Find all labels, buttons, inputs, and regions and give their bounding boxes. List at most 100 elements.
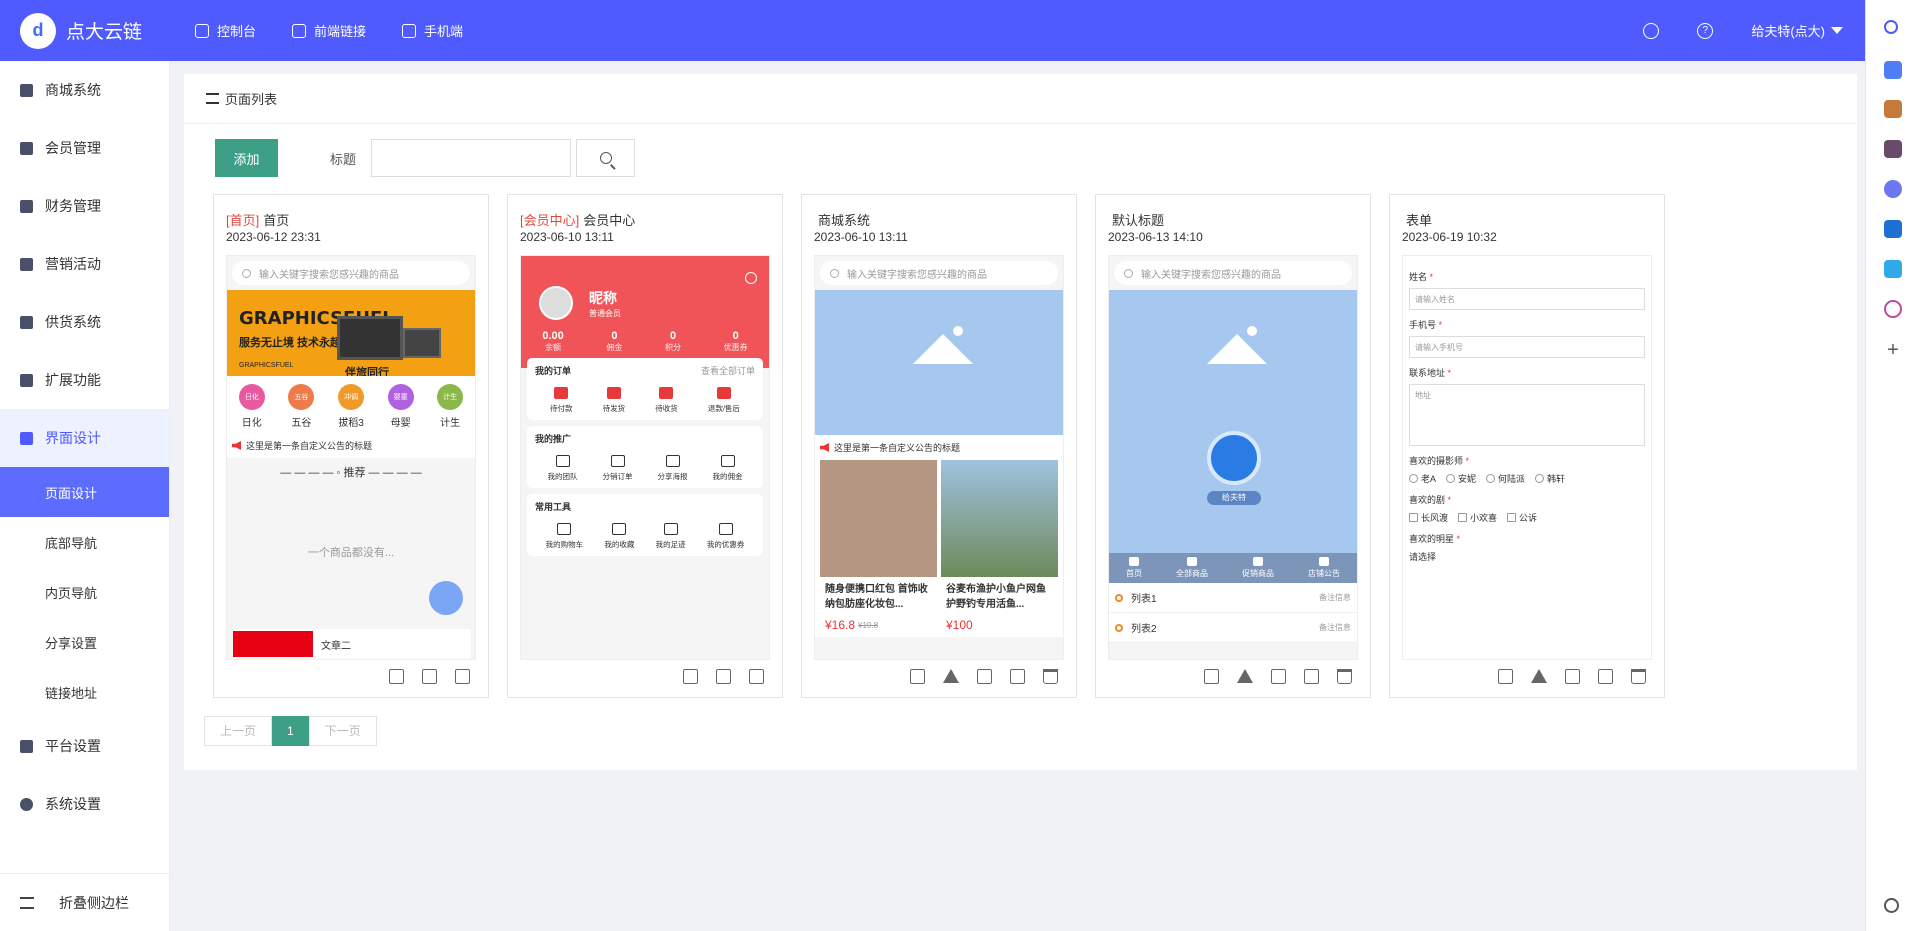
next-page-button[interactable]: 下一页: [308, 716, 377, 746]
page-card[interactable]: [会员中心] 会员中心 2023-06-10 13:11 昵称 普通会员 0.00…: [507, 194, 783, 698]
page-1-button[interactable]: 1: [272, 716, 309, 746]
edit-icon[interactable]: [1271, 669, 1286, 684]
qrcode-icon[interactable]: [910, 669, 925, 684]
sidebar-sub-share-settings[interactable]: 分享设置: [0, 617, 169, 667]
tag-icon[interactable]: [1884, 61, 1902, 79]
plus-icon[interactable]: +: [1884, 340, 1902, 360]
briefcase-icon[interactable]: [1884, 100, 1902, 118]
page-card[interactable]: [首页] 首页 2023-06-12 23:31 输入关键字搜索您感兴趣的商品 G…: [213, 194, 489, 698]
edit-icon[interactable]: [1565, 669, 1580, 684]
nav-mobile[interactable]: 手机端: [402, 21, 463, 40]
network-icon[interactable]: [1884, 300, 1902, 318]
brand[interactable]: d 点大云链: [0, 12, 170, 49]
home-icon[interactable]: [1237, 669, 1253, 683]
edit-icon[interactable]: [422, 669, 437, 684]
sidebar-item-finance[interactable]: 财务管理: [0, 177, 169, 235]
promo-box: 我的推广 我的团队 分销订单 分享海报 我的佣金: [527, 426, 763, 488]
preview-search-placeholder: 输入关键字搜索您感兴趣的商品: [1141, 269, 1281, 281]
add-button[interactable]: 添加: [215, 139, 278, 177]
collapse-sidebar-button[interactable]: 折叠侧边栏: [0, 873, 170, 931]
circle-app-icon[interactable]: [1884, 180, 1902, 198]
search-icon: [599, 152, 612, 164]
search-icon: [1124, 268, 1133, 278]
user-name: 给夫特(点大): [1751, 24, 1825, 39]
stat-value: 0: [611, 330, 618, 342]
card-date: 2023-06-12 23:31: [226, 230, 321, 244]
edit-icon[interactable]: [716, 669, 731, 684]
order-label: 待付款: [550, 404, 573, 413]
copy-icon[interactable]: [455, 669, 470, 684]
home-icon[interactable]: [1531, 669, 1547, 683]
form-select: 请选择: [1409, 552, 1437, 562]
sidebar-sub-page-design[interactable]: 页面设计: [0, 467, 169, 517]
preview-list: 列表1 备注信息 列表2 备注信息: [1109, 583, 1357, 643]
title-filter-input[interactable]: [371, 139, 572, 177]
sidebar-sub-inner-nav[interactable]: 内页导航: [0, 567, 169, 617]
copy-icon[interactable]: [749, 669, 764, 684]
page-preview[interactable]: 姓名 * 请输入姓名 手机号 * 请输入手机号 联系地址 * 地址 喜欢的摄影师…: [1402, 255, 1652, 660]
settings-icon[interactable]: [1884, 898, 1899, 913]
home-icon[interactable]: [943, 669, 959, 683]
page-preview[interactable]: 输入关键字搜索您感兴趣的商品 GRAPHICSFUEL 服务无止境 技术永超越 …: [226, 255, 476, 660]
nav-frontend-links[interactable]: 前端链接: [292, 21, 366, 40]
outlook-icon[interactable]: [1884, 220, 1902, 238]
tool-favorites: 我的收藏: [604, 523, 634, 550]
page-card[interactable]: 默认标题 2023-06-13 14:10 输入关键字搜索您感兴趣的商品 给夫特…: [1095, 194, 1371, 698]
page-card[interactable]: 表单 2023-06-19 10:32 姓名 * 请输入姓名 手机号 * 请输入…: [1389, 194, 1665, 698]
category-icon: 婴童: [387, 384, 414, 410]
qrcode-icon[interactable]: [683, 669, 698, 684]
sidebar-item-mall[interactable]: 商城系统: [0, 61, 169, 119]
sidebar-item-supply[interactable]: 供货系统: [0, 293, 169, 351]
trash-icon[interactable]: [1337, 669, 1352, 684]
page-preview[interactable]: 输入关键字搜索您感兴趣的商品 给夫特 首页 全部商品 促销商品 店铺公告 列表1…: [1108, 255, 1358, 660]
notice-text: 这里是第一条自定义公告的标题: [834, 443, 961, 453]
sidebar-sub-bottom-nav[interactable]: 底部导航: [0, 517, 169, 567]
sidebar-item-label: 平台设置: [45, 738, 101, 754]
copy-icon[interactable]: [1598, 669, 1613, 684]
page-preview[interactable]: 输入关键字搜索您感兴趣的商品 这里是第一条自定义公告的标题 随身便携口红包 首饰…: [814, 255, 1064, 660]
promo-team: 我的团队: [548, 455, 578, 482]
qrcode-icon[interactable]: [1204, 669, 1219, 684]
nav-dashboard[interactable]: 控制台: [195, 21, 256, 40]
member-header: 昵称 普通会员 0.00 余额 0 佣金 0 积分 0 优惠券: [521, 256, 769, 368]
category-item: 五谷 五谷: [288, 384, 315, 429]
stat-item: 0 积分: [665, 330, 681, 353]
card-title-text: 首页: [263, 213, 290, 228]
qrcode-icon[interactable]: [1498, 669, 1513, 684]
send-icon[interactable]: [1884, 260, 1902, 278]
sidebar-item-marketing[interactable]: 营销活动: [0, 235, 169, 293]
sidebar-item-system-settings[interactable]: 系统设置: [0, 775, 169, 833]
copy-icon[interactable]: [1304, 669, 1319, 684]
sidebar-item-extensions[interactable]: 扩展功能: [0, 351, 169, 409]
page-preview[interactable]: 昵称 普通会员 0.00 余额 0 佣金 0 积分 0 优惠券 我的订单 查看全部订单 待…: [520, 255, 770, 660]
user-menu[interactable]: 给夫特(点大): [1751, 21, 1843, 40]
trash-icon[interactable]: [1631, 669, 1646, 684]
sidebar-item-members[interactable]: 会员管理: [0, 119, 169, 177]
prev-page-button[interactable]: 上一页: [204, 716, 273, 746]
user-icon[interactable]: [1884, 140, 1902, 158]
page-card[interactable]: 商城系统 2023-06-10 13:11 输入关键字搜索您感兴趣的商品 这里是…: [801, 194, 1077, 698]
radio-option: 安妮: [1446, 472, 1476, 485]
product-grid: 随身便携口红包 首饰收纳包肪座化妆包... ¥16.8 ¥19.8 谷麦布渔护小鱼…: [815, 460, 1063, 637]
collapse-label: 折叠侧边栏: [59, 894, 129, 911]
form-label: 姓名 *: [1409, 272, 1434, 282]
card-title: 商城系统: [814, 210, 870, 229]
bell-icon[interactable]: [1643, 22, 1660, 39]
search-icon[interactable]: [1884, 20, 1898, 34]
sidebar-sub-link-address[interactable]: 链接地址: [0, 667, 169, 717]
banner-tagline: 伴旅同行: [345, 367, 389, 376]
copy-icon[interactable]: [1010, 669, 1025, 684]
form-label-text: 联系地址: [1409, 368, 1446, 378]
sidebar-item-platform-settings[interactable]: 平台设置: [0, 717, 169, 775]
card-date: 2023-06-19 10:32: [1402, 230, 1497, 244]
preview-notice: 这里是第一条自定义公告的标题: [815, 435, 1063, 460]
search-button[interactable]: [576, 139, 636, 177]
sidebar-item-ui-design[interactable]: 界面设计: [0, 409, 169, 467]
category-label: 日化: [241, 418, 262, 429]
order-label: 待收货: [655, 404, 678, 413]
edit-icon[interactable]: [977, 669, 992, 684]
help-icon[interactable]: ?: [1697, 22, 1714, 39]
qrcode-icon[interactable]: [389, 669, 404, 684]
trash-icon[interactable]: [1043, 669, 1058, 684]
category-item: 婴童 母婴: [387, 384, 414, 429]
